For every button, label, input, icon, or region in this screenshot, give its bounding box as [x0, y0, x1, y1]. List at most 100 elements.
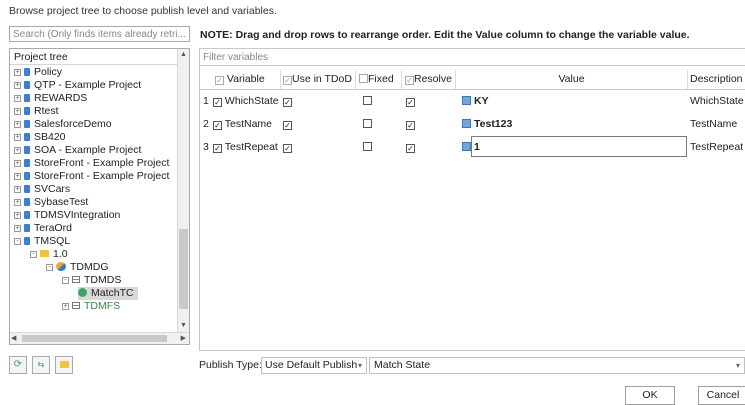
tree-horizontal-scrollbar[interactable]: ◀ ▶	[10, 332, 189, 344]
tree-item-sybasetest[interactable]: + SybaseTest	[14, 196, 88, 209]
header-checkbox[interactable]	[359, 74, 368, 83]
tree-item-tdmsvintegration[interactable]: + TDMSVIntegration	[14, 209, 120, 222]
collapse-icon[interactable]: -	[62, 277, 69, 284]
scroll-up-icon[interactable]: ▲	[178, 49, 189, 61]
header-checkbox[interactable]: ✓	[283, 76, 292, 85]
expand-icon[interactable]: +	[14, 173, 21, 180]
use-in-tdod-checkbox[interactable]: ✓	[283, 138, 292, 156]
expand-icon[interactable]: +	[14, 225, 21, 232]
filter-variables-input[interactable]: Filter variables	[200, 49, 745, 66]
select-all-checkbox[interactable]: ✓	[215, 76, 224, 85]
expand-icon[interactable]: +	[14, 108, 21, 115]
fixed-checkbox[interactable]	[363, 115, 372, 133]
tree-view-button[interactable]: ⇆	[32, 356, 50, 374]
database-icon	[24, 68, 30, 76]
tree-item-storefront-example-project[interactable]: + StoreFront - Example Project	[14, 157, 169, 170]
variable-cell[interactable]: ✓ TestRepeat	[213, 138, 278, 156]
tree-item-policy[interactable]: + Policy	[14, 66, 62, 79]
publish-type-select[interactable]: Use Default Publish ▾	[261, 357, 367, 374]
refresh-button[interactable]: ⟳	[9, 356, 27, 374]
expand-icon[interactable]: +	[14, 199, 21, 206]
collapse-icon[interactable]: -	[30, 251, 37, 258]
collapse-icon[interactable]: -	[46, 264, 53, 271]
tree-item-rewards[interactable]: + REWARDS	[14, 92, 87, 105]
value-icon	[462, 119, 471, 128]
testcase-icon	[78, 288, 87, 297]
tree-item-soa-example-project[interactable]: + SOA - Example Project	[14, 144, 141, 157]
expand-icon[interactable]: +	[14, 82, 21, 89]
fixed-checkbox[interactable]	[363, 138, 372, 156]
use-in-tdod-checkbox[interactable]: ✓	[283, 92, 292, 110]
tree-item-tdmdg[interactable]: - TDMDG	[46, 261, 109, 274]
project-tree-panel: Project tree + Policy + QTP - Example Proj…	[9, 48, 190, 345]
database-icon	[24, 224, 30, 232]
scroll-left-icon[interactable]: ◀	[11, 333, 16, 344]
database-icon	[24, 237, 30, 245]
value-column-header[interactable]: Value	[456, 70, 688, 89]
value-cell[interactable]: KY	[462, 92, 489, 110]
use-in-tdod-checkbox[interactable]: ✓	[283, 115, 292, 133]
tree-item-matchtc[interactable]: MatchTC	[78, 287, 138, 300]
variable-checkbox[interactable]: ✓	[213, 121, 222, 130]
folder-icon	[59, 361, 69, 368]
collapse-icon[interactable]: -	[14, 238, 21, 245]
project-tree-header: Project tree	[10, 49, 177, 65]
resolve-checkbox[interactable]: ✓	[406, 92, 415, 110]
chevron-down-icon: ▾	[735, 361, 740, 370]
publish-type-label: Publish Type:	[199, 359, 262, 371]
scroll-thumb[interactable]	[179, 229, 188, 309]
resolve-checkbox[interactable]: ✓	[406, 115, 415, 133]
expand-icon[interactable]: +	[14, 121, 21, 128]
variable-checkbox[interactable]: ✓	[213, 144, 222, 153]
fixed-checkbox[interactable]	[363, 92, 372, 110]
tree-item-salesforcedemo[interactable]: + SalesforceDemo	[14, 118, 112, 131]
variable-column-header[interactable]: ✓ Variable	[212, 70, 281, 89]
tree-item-tmsql[interactable]: - TMSQL	[14, 235, 70, 248]
tree-vertical-scrollbar[interactable]: ▲ ▼	[177, 49, 189, 332]
expand-icon[interactable]: +	[14, 212, 21, 219]
tree-item-teraord[interactable]: + TeraOrd	[14, 222, 72, 235]
database-icon	[24, 159, 30, 167]
expand-icon[interactable]: +	[14, 95, 21, 102]
scroll-down-icon[interactable]: ▼	[178, 320, 189, 332]
tree-view-icon: ⇆	[37, 360, 45, 369]
expand-icon[interactable]: +	[62, 303, 69, 310]
folder-button[interactable]	[55, 356, 73, 374]
expand-icon[interactable]: +	[14, 160, 21, 167]
scroll-right-icon[interactable]: ▶	[181, 333, 186, 344]
tree-item-storefront-example-project-2[interactable]: + StoreFront - Example Project	[14, 170, 169, 183]
tree-item-tdmds[interactable]: - TDMDS	[62, 274, 121, 287]
description-column-header[interactable]: Description	[688, 70, 745, 89]
tree-item-sb420[interactable]: + SB420	[14, 131, 66, 144]
resolve-column-header[interactable]: ✓Resolve	[402, 70, 456, 89]
value-cell[interactable]: 1	[462, 138, 480, 156]
expand-icon[interactable]: +	[14, 134, 21, 141]
variable-checkbox[interactable]: ✓	[213, 98, 222, 107]
value-edit-field[interactable]	[471, 136, 687, 157]
tree-item-svcars[interactable]: + SVCars	[14, 183, 70, 196]
resolve-checkbox[interactable]: ✓	[406, 138, 415, 156]
tree-item-rtest[interactable]: + Rtest	[14, 105, 59, 118]
expand-icon[interactable]: +	[14, 69, 21, 76]
description-cell: WhichState	[690, 95, 744, 107]
value-cell[interactable]: Test123	[462, 115, 512, 133]
tree-search-input[interactable]: Search (Only finds items already retri..…	[9, 26, 190, 42]
tree-item-qtp-example-project[interactable]: + QTP - Example Project	[14, 79, 141, 92]
expand-icon[interactable]: +	[14, 147, 21, 154]
variable-cell[interactable]: ✓ WhichState	[213, 92, 279, 110]
match-state-select[interactable]: Match State ▾	[369, 357, 745, 374]
header-checkbox[interactable]: ✓	[405, 76, 414, 85]
scroll-thumb[interactable]	[22, 335, 167, 342]
description-cell: TestRepeat	[690, 141, 744, 153]
cancel-button[interactable]: Cancel	[698, 386, 745, 405]
variable-cell[interactable]: ✓ TestName	[213, 115, 272, 133]
tree-item-version-1-0[interactable]: -1.0	[30, 248, 68, 261]
expand-icon[interactable]: +	[14, 186, 21, 193]
ok-button[interactable]: OK	[625, 386, 675, 405]
tree-item-tdmfs[interactable]: + TDMFS	[62, 300, 120, 313]
database-icon	[24, 81, 30, 89]
chevron-down-icon: ▾	[357, 361, 362, 370]
fixed-column-header[interactable]: Fixed	[356, 70, 402, 89]
use-in-tdod-column-header[interactable]: ✓Use in TDoD	[281, 70, 356, 89]
database-icon	[24, 133, 30, 141]
